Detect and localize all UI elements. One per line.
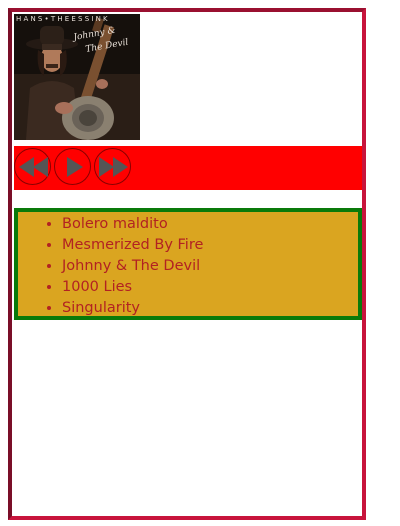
previous-button[interactable] (14, 148, 51, 185)
track-item[interactable]: Singularity (62, 298, 358, 319)
play-button[interactable] (54, 148, 91, 185)
previous-icon (19, 157, 48, 177)
track-list: Bolero maldito Mesmerized By Fire Johnny… (18, 212, 358, 319)
track-item[interactable]: 1000 Lies (62, 277, 358, 298)
album-cover: HANS•THEESSINK Johnny & The Devil (14, 14, 140, 140)
cover-title-text: HANS•THEESSINK (16, 15, 110, 23)
track-item[interactable]: Bolero maldito (62, 214, 358, 235)
track-item[interactable]: Mesmerized By Fire (62, 235, 358, 256)
album-cover-art: HANS•THEESSINK Johnny & The Devil (14, 14, 140, 140)
next-icon (99, 157, 128, 177)
playlist: Bolero maldito Mesmerized By Fire Johnny… (14, 208, 362, 320)
play-icon (67, 157, 83, 177)
track-item[interactable]: Johnny & The Devil (62, 256, 358, 277)
next-button[interactable] (94, 148, 131, 185)
player-controls (14, 146, 362, 190)
music-player: HANS•THEESSINK Johnny & The Devil Bolero (8, 8, 366, 520)
